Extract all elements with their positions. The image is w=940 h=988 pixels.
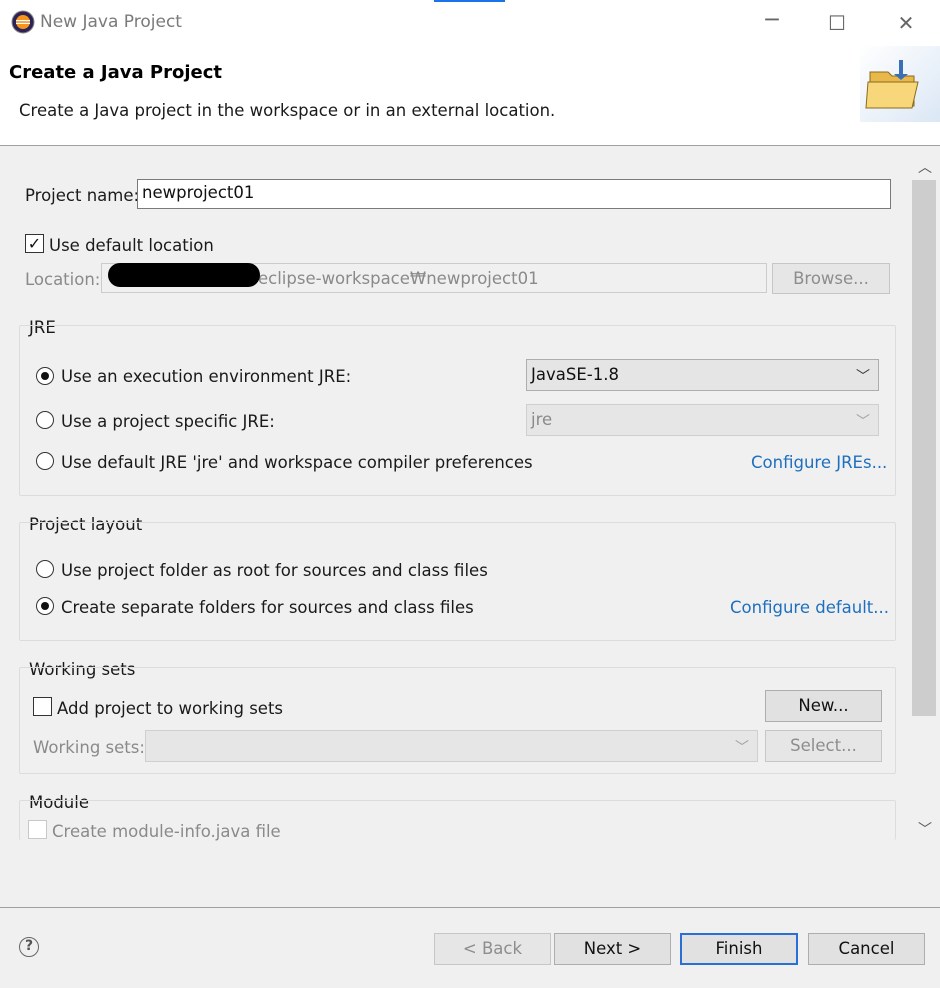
next-button[interactable]: Next > (554, 933, 671, 965)
working-sets-label: Working sets: (33, 738, 145, 757)
window-titlebar[interactable]: New Java Project ─ ☐ ✕ (0, 0, 940, 46)
finish-button[interactable]: Finish (680, 933, 798, 965)
layout-separate-radio[interactable] (36, 597, 54, 615)
layout-group (19, 522, 896, 641)
java-project-folder-icon (860, 46, 940, 122)
browse-button[interactable]: Browse... (772, 263, 890, 294)
page-title: Create a Java Project (9, 62, 223, 83)
scroll-up-icon[interactable]: ︿ (915, 157, 935, 177)
new-working-set-button[interactable]: New... (765, 690, 882, 722)
jre-specific-radio[interactable] (36, 411, 54, 429)
jre-exec-env-radio[interactable] (36, 367, 54, 385)
specific-jre-select[interactable]: jre ﹀ (526, 404, 879, 436)
exec-env-value: JavaSE-1.8 (531, 365, 619, 384)
chevron-down-icon: ﹀ (856, 414, 870, 430)
redacted-path (108, 263, 260, 287)
create-module-info-label: Create module-info.java file (52, 822, 281, 841)
minimize-icon[interactable]: ─ (752, 6, 792, 36)
add-to-working-sets-label: Add project to working sets (57, 699, 284, 718)
jre-specific-label: Use a project specific JRE: (61, 412, 275, 431)
add-to-working-sets-checkbox[interactable] (33, 697, 52, 716)
configure-default-link[interactable]: Configure default... (730, 598, 889, 617)
layout-root-radio[interactable] (36, 560, 54, 578)
use-default-location-checkbox[interactable]: ✓ (25, 234, 44, 253)
page-description: Create a Java project in the workspace o… (19, 101, 556, 120)
wizard-header: Create a Java Project Create a Java proj… (0, 46, 940, 146)
project-name-input[interactable]: newproject01 (137, 179, 891, 209)
project-name-label: Project name: (25, 186, 140, 205)
location-value: eclipse-workspace₩newproject01 (258, 269, 539, 288)
wizard-footer: ? < Back Next > Finish Cancel (0, 908, 940, 988)
cancel-button[interactable]: Cancel (808, 933, 925, 965)
chevron-down-icon: ﹀ (735, 740, 749, 756)
jre-default-label: Use default JRE 'jre' and workspace comp… (61, 453, 533, 472)
jre-default-radio[interactable] (36, 452, 54, 470)
configure-jres-link[interactable]: Configure JREs... (751, 453, 887, 472)
scrollbar-thumb[interactable] (912, 180, 936, 716)
close-icon[interactable]: ✕ (886, 8, 926, 38)
eclipse-app-icon (11, 10, 35, 34)
layout-root-label: Use project folder as root for sources a… (61, 561, 488, 580)
maximize-icon[interactable]: ☐ (817, 8, 857, 38)
help-icon[interactable]: ? (19, 937, 39, 957)
layout-separate-label: Create separate folders for sources and … (61, 598, 474, 617)
content-scrollbar[interactable]: ︿ ﹀ (911, 147, 940, 847)
use-default-location-label: Use default location (49, 236, 214, 255)
chevron-down-icon: ﹀ (856, 369, 870, 385)
exec-env-select[interactable]: JavaSE-1.8 ﹀ (526, 359, 879, 391)
specific-jre-value: jre (531, 410, 553, 429)
window-title: New Java Project (40, 12, 182, 32)
titlebar-accent (434, 0, 505, 2)
create-module-info-checkbox[interactable] (28, 820, 47, 839)
select-working-sets-button[interactable]: Select... (765, 730, 882, 762)
wizard-content: Project name: newproject01 ✓ Use default… (0, 147, 940, 907)
back-button[interactable]: < Back (434, 933, 551, 965)
jre-exec-env-label: Use an execution environment JRE: (61, 367, 352, 386)
location-label: Location: (25, 270, 101, 289)
working-sets-select[interactable]: ﹀ (145, 730, 758, 762)
scroll-down-icon[interactable]: ﹀ (915, 819, 935, 839)
